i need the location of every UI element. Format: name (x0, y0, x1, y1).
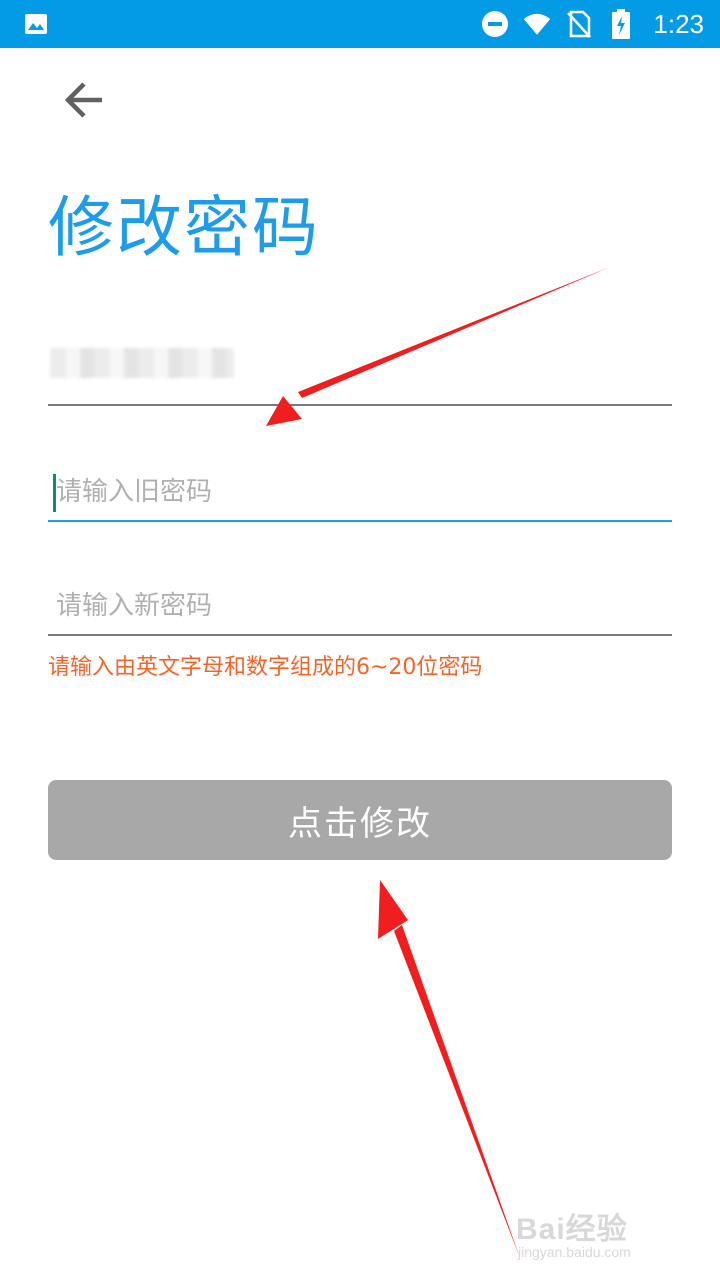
dnd-icon (481, 10, 509, 38)
back-button[interactable] (56, 72, 112, 128)
gallery-icon (24, 12, 48, 36)
account-value-blurred (50, 348, 234, 378)
submit-button[interactable]: 点击修改 (48, 780, 672, 860)
watermark-logo: Bai经验 (516, 1213, 628, 1246)
wifi-icon (523, 10, 551, 38)
status-bar: 1:23 (0, 0, 720, 48)
watermark-url: jingyan.baidu.com (518, 1244, 631, 1260)
status-time: 1:23 (653, 8, 704, 39)
page-title: 修改密码 (48, 189, 320, 266)
arrow-back-icon (64, 82, 102, 118)
watermark: Bai经验 jingyan.baidu.com (516, 1204, 686, 1268)
no-sim-icon (565, 10, 593, 38)
battery-charging-icon (607, 9, 635, 39)
account-field[interactable] (48, 346, 672, 406)
status-icons: 1:23 (481, 0, 704, 48)
account-underline (48, 404, 672, 406)
new-password-underline (48, 634, 672, 636)
new-password-field[interactable] (48, 576, 672, 636)
new-password-input[interactable] (54, 582, 656, 630)
annotation-arrow-bottom (378, 880, 520, 1258)
old-password-underline (48, 520, 672, 522)
old-password-field[interactable] (48, 462, 672, 522)
old-password-input[interactable] (54, 468, 656, 516)
password-hint: 请输入由英文字母和数字组成的6~20位密码 (48, 655, 483, 680)
